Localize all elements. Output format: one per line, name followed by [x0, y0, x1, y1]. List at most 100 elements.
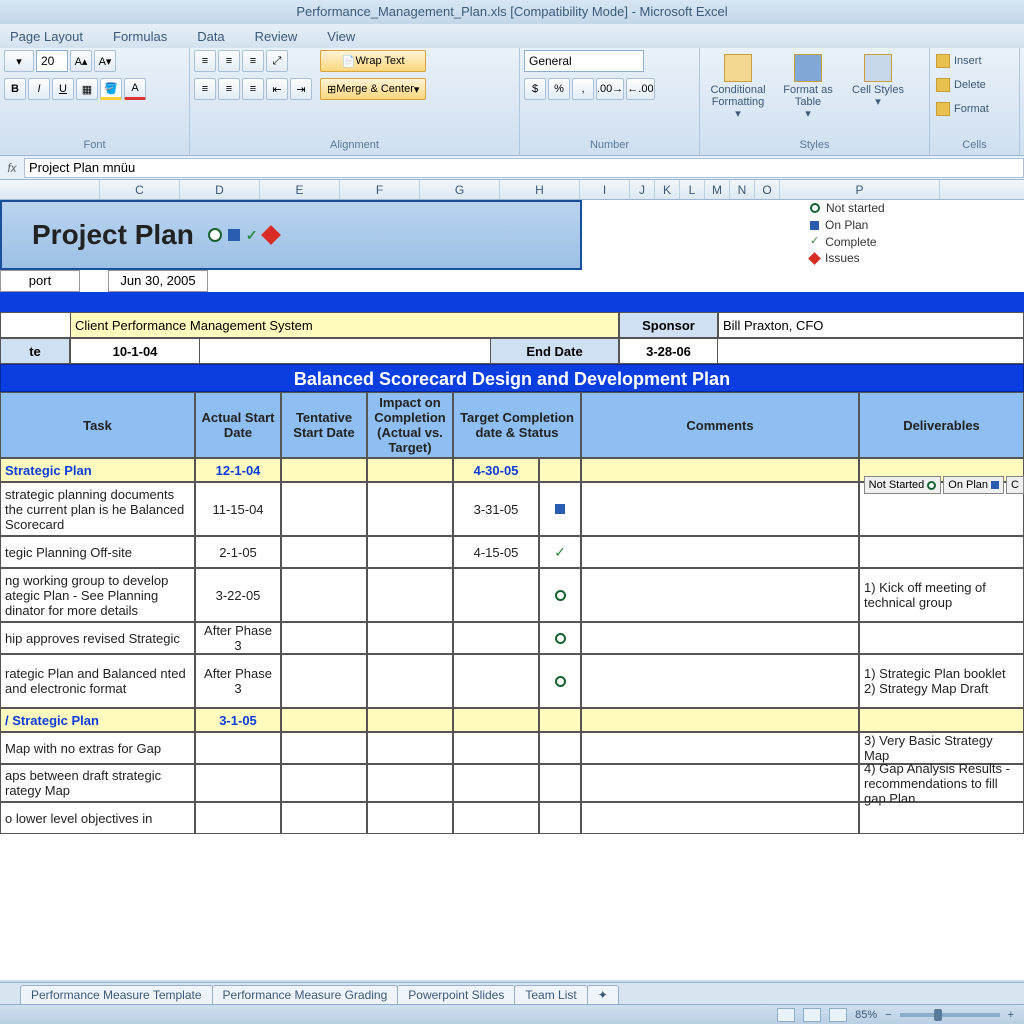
cell-task[interactable]: hip approves revised Strategic — [0, 622, 195, 654]
cell-impact[interactable] — [367, 802, 453, 834]
cell-task[interactable]: aps between draft strategic rategy Map — [0, 764, 195, 802]
cell-status[interactable] — [539, 622, 581, 654]
zoom-in-button[interactable]: + — [1008, 1009, 1014, 1021]
cell-task[interactable]: Map with no extras for Gap — [0, 732, 195, 764]
cell-comments[interactable] — [581, 536, 859, 568]
cell-status[interactable] — [539, 764, 581, 802]
btn-on-plan[interactable]: On Plan — [943, 476, 1004, 494]
th-task[interactable]: Task — [0, 392, 195, 458]
indent-dec-button[interactable]: ⇤ — [266, 78, 288, 100]
cell-comments[interactable] — [581, 458, 859, 482]
col-p[interactable]: P — [780, 180, 940, 199]
client-value[interactable]: Client Performance Management System — [70, 312, 619, 338]
cell-comments[interactable] — [581, 568, 859, 622]
font-color-button[interactable]: A — [124, 78, 146, 100]
cell-status[interactable] — [539, 458, 581, 482]
cell-deliverables[interactable] — [859, 622, 1024, 654]
align-middle-button[interactable]: ≡ — [218, 50, 240, 72]
zoom-out-button[interactable]: − — [885, 1009, 891, 1021]
cell-status[interactable]: ✓ — [539, 536, 581, 568]
view-break-button[interactable] — [829, 1008, 847, 1022]
th-target[interactable]: Target Completion date & Status — [453, 392, 581, 458]
border-button[interactable]: ▦ — [76, 78, 98, 100]
cell-impact[interactable] — [367, 458, 453, 482]
cell-tentative[interactable] — [281, 568, 367, 622]
cell-actual[interactable] — [195, 764, 281, 802]
cell-comments[interactable] — [581, 622, 859, 654]
table-row[interactable]: hip approves revised StrategicAfter Phas… — [0, 622, 1024, 654]
tab-data[interactable]: Data — [197, 29, 224, 44]
cell-comments[interactable] — [581, 802, 859, 834]
cell-actual[interactable]: 2-1-05 — [195, 536, 281, 568]
insert-button[interactable]: Insert — [934, 50, 991, 72]
cell-impact[interactable] — [367, 764, 453, 802]
delete-button[interactable]: Delete — [934, 74, 991, 96]
bold-button[interactable]: B — [4, 78, 26, 100]
th-deliverables[interactable]: Deliverables — [859, 392, 1024, 458]
cell-tentative[interactable] — [281, 536, 367, 568]
increase-decimal-button[interactable]: .00→ — [596, 78, 624, 100]
col-l[interactable]: L — [680, 180, 705, 199]
font-dropdown[interactable]: ▾ — [4, 50, 34, 72]
port-label[interactable]: port — [0, 270, 80, 292]
cell-styles-button[interactable]: Cell Styles ▾ — [844, 50, 912, 120]
cell-target[interactable] — [453, 654, 539, 708]
cell-task[interactable]: rategic Plan and Balanced nted and elect… — [0, 654, 195, 708]
cell-tentative[interactable] — [281, 482, 367, 536]
cell-actual[interactable] — [195, 802, 281, 834]
decrease-decimal-button[interactable]: ←.00 — [626, 78, 654, 100]
col-f[interactable]: F — [340, 180, 420, 199]
cell-comments[interactable] — [581, 764, 859, 802]
th-comments[interactable]: Comments — [581, 392, 859, 458]
merge-center-button[interactable]: ⊞ Merge & Center ▾ — [320, 78, 426, 100]
cell-actual[interactable]: 3-1-05 — [195, 708, 281, 732]
cell-deliverables[interactable]: 1) Strategic Plan booklet 2) Strategy Ma… — [859, 654, 1024, 708]
grow-font-button[interactable]: A▴ — [70, 50, 92, 72]
cell-status[interactable] — [539, 654, 581, 708]
new-sheet-button[interactable]: ✦ — [587, 985, 619, 1004]
align-center-button[interactable]: ≡ — [218, 78, 240, 100]
cell-target[interactable]: 4-30-05 — [453, 458, 539, 482]
col-c[interactable]: C — [100, 180, 180, 199]
cell-deliverables[interactable] — [859, 536, 1024, 568]
cell-deliverables[interactable] — [859, 708, 1024, 732]
cell-status[interactable] — [539, 708, 581, 732]
cell-task[interactable]: / Strategic Plan — [0, 708, 195, 732]
cell-tentative[interactable] — [281, 708, 367, 732]
col-i[interactable]: I — [580, 180, 630, 199]
col-k[interactable]: K — [655, 180, 680, 199]
cell-comments[interactable] — [581, 708, 859, 732]
tab-review[interactable]: Review — [255, 29, 298, 44]
cell-status[interactable] — [539, 802, 581, 834]
align-right-button[interactable]: ≡ — [242, 78, 264, 100]
italic-button[interactable]: I — [28, 78, 50, 100]
cell-status[interactable] — [539, 568, 581, 622]
sheet-tab[interactable]: Team List — [514, 985, 587, 1004]
th-impact[interactable]: Impact on Completion (Actual vs. Target) — [367, 392, 453, 458]
indent-inc-button[interactable]: ⇥ — [290, 78, 312, 100]
table-row[interactable]: ng working group to develop ategic Plan … — [0, 568, 1024, 622]
cell-target[interactable] — [453, 622, 539, 654]
comma-button[interactable]: , — [572, 78, 594, 100]
cell-tentative[interactable] — [281, 764, 367, 802]
end-date-value[interactable]: 3-28-06 — [619, 338, 718, 364]
cell-tentative[interactable] — [281, 622, 367, 654]
align-left-button[interactable]: ≡ — [194, 78, 216, 100]
th-actual[interactable]: Actual Start Date — [195, 392, 281, 458]
start-date-value[interactable]: 10-1-04 — [70, 338, 200, 364]
table-row[interactable]: tegic Planning Off-site2-1-054-15-05✓ — [0, 536, 1024, 568]
col-g[interactable]: G — [420, 180, 500, 199]
cell-actual[interactable]: After Phase 3 — [195, 654, 281, 708]
cell-deliverables[interactable]: 4) Gap Analysis Results - recommendation… — [859, 764, 1024, 802]
title-cell[interactable]: Project Plan ✓ — [0, 200, 582, 270]
format-button[interactable]: Format — [934, 98, 991, 120]
cell-deliverables[interactable]: 3) Very Basic Strategy Map — [859, 732, 1024, 764]
underline-button[interactable]: U — [52, 78, 74, 100]
table-row[interactable]: o lower level objectives in — [0, 802, 1024, 834]
cell-tentative[interactable] — [281, 654, 367, 708]
cell-tentative[interactable] — [281, 802, 367, 834]
cell-actual[interactable]: After Phase 3 — [195, 622, 281, 654]
cell-target[interactable]: 3-31-05 — [453, 482, 539, 536]
cell-target[interactable]: 4-15-05 — [453, 536, 539, 568]
cell-target[interactable] — [453, 732, 539, 764]
